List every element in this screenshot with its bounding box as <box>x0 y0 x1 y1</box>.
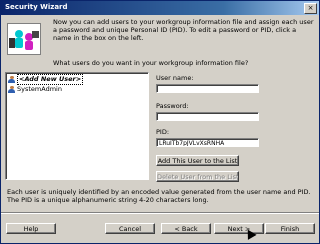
footer-text: Each user is uniquely identified by an e… <box>7 188 311 204</box>
wizard-illustration-icon <box>7 23 41 55</box>
title-bar[interactable]: Security Wizard × <box>1 1 319 15</box>
user-name-label: User name: <box>156 74 194 82</box>
user-icon <box>8 76 15 83</box>
window-title: Security Wizard <box>5 3 68 11</box>
cancel-button[interactable]: Cancel <box>105 223 155 234</box>
user-name-input[interactable] <box>156 84 259 93</box>
next-button[interactable]: Next > <box>214 223 264 234</box>
delete-user-button[interactable]: Delete User from the List <box>156 171 239 182</box>
help-button[interactable]: Help <box>6 223 56 234</box>
close-button[interactable]: × <box>304 3 317 14</box>
pid-label: PID: <box>156 128 170 136</box>
finish-button[interactable]: Finish <box>265 223 315 234</box>
pid-input[interactable]: LRuITb7pJVLvXsRNHA <box>156 138 259 147</box>
security-wizard-window: Security Wizard × Now you can add users … <box>0 0 320 244</box>
back-button[interactable]: < Back <box>161 223 211 234</box>
password-input[interactable] <box>156 112 259 121</box>
list-item-systemadmin[interactable]: SystemAdmin <box>8 85 62 94</box>
users-listbox[interactable]: <Add New User> SystemAdmin <box>5 72 149 180</box>
list-item-label: SystemAdmin <box>17 85 62 93</box>
separator <box>1 212 319 214</box>
intro-text: Now you can add users to your workgroup … <box>53 18 314 42</box>
add-user-button[interactable]: Add This User to the List <box>156 155 239 166</box>
user-icon <box>8 86 15 93</box>
list-item-add-new-user[interactable]: <Add New User> <box>8 74 84 85</box>
question-text: What users do you want in your workgroup… <box>53 59 249 67</box>
list-item-label: <Add New User> <box>17 74 84 85</box>
password-label: Password: <box>156 102 189 110</box>
